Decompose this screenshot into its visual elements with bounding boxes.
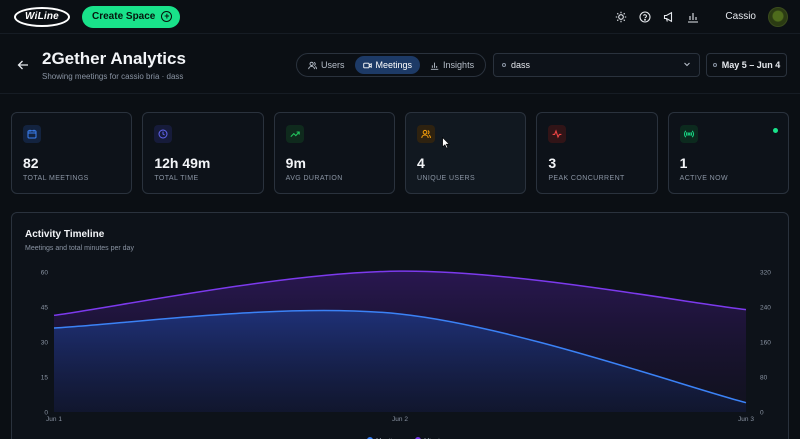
trending-up-icon [285,125,304,143]
activity-timeline-card: Activity Timeline Meetings and total min… [11,212,789,439]
broadcast-icon [679,125,698,143]
calendar-icon [23,125,41,143]
live-indicator [772,128,778,133]
page-header: 2Gether Analytics Showing meetings for c… [0,34,800,94]
stat-card-total-meetings: 82 TOTAL MEETINGS [11,112,133,194]
user-name[interactable]: Cassio [725,11,756,22]
y-right-tick-label: 80 [760,374,768,381]
plus-icon: + [161,11,173,22]
chart-icon [430,62,439,70]
x-tick-label: Jun 3 [738,416,754,423]
stat-label: UNIQUE USERS [416,175,476,182]
activity-icon [548,125,567,143]
top-bar: WiLine Create Space + Cassio [0,0,800,34]
stat-card-peak-concurrent: 3 PEAK CONCURRENT [536,112,658,194]
tab-meetings-label: Meetings [375,60,413,70]
stat-label: TOTAL MEETINGS [23,175,89,182]
view-tabs: Users Meetings Insights [296,53,486,77]
help-icon[interactable] [639,10,651,23]
page-title: 2Gether Analytics [42,49,186,68]
tab-insights[interactable]: Insights [422,56,482,74]
space-select-value: dass [511,60,531,70]
activity-timeline-chart: 015304560080160240320Jun 1Jun 2Jun 3Meet… [41,269,771,439]
tab-users-label: Users [321,60,345,70]
clock-icon [154,125,173,143]
stat-label: ACTIVE NOW [679,175,728,182]
tab-insights-label: Insights [443,60,475,70]
stat-value: 4 [416,155,425,171]
stat-card-active-now: 1 ACTIVE NOW [667,112,789,194]
users-icon [416,125,435,143]
mouse-cursor-icon [442,137,450,149]
create-space-label: Create Space [92,11,156,22]
stat-card-unique-users: 4 UNIQUE USERS [404,112,527,194]
stat-value: 12h 49m [154,155,211,171]
date-range-label: May 5 – Jun 4 [721,60,781,70]
chevron-down-icon [683,60,691,70]
y-right-tick-label: 160 [760,339,771,346]
stat-value: 1 [679,155,688,171]
logo-text: WiLine [25,11,59,22]
space-select[interactable]: dass [493,53,700,77]
x-tick-label: Jun 2 [392,416,408,423]
y-right-tick-label: 0 [760,409,764,416]
megaphone-icon[interactable] [663,11,675,23]
brand: WiLine Create Space + [14,5,181,28]
video-icon [362,62,372,68]
sun-icon[interactable] [615,11,627,23]
y-right-tick-label: 320 [760,269,771,276]
y-right-tick-label: 240 [760,304,771,311]
y-left-tick-label: 45 [41,304,49,311]
stat-label: PEAK CONCURRENT [548,175,625,182]
x-tick-label: Jun 1 [46,416,62,423]
avatar[interactable] [768,6,788,27]
space-dot-icon [502,63,506,67]
date-range-button[interactable]: May 5 – Jun 4 [706,53,787,77]
y-left-tick-label: 60 [41,269,49,276]
stat-card-total-time: 12h 49m TOTAL TIME [142,112,264,194]
wiline-logo[interactable]: WiLine [14,6,70,27]
stat-label: AVG DURATION [285,175,343,182]
users-icon [308,61,317,69]
create-space-button[interactable]: Create Space + [82,5,181,28]
calendar-dot-icon [712,63,717,67]
stat-value: 3 [548,155,557,171]
y-left-tick-label: 15 [41,374,49,381]
stat-value: 82 [23,155,39,171]
stat-label: TOTAL TIME [154,175,199,182]
bar-chart-icon[interactable] [687,11,699,23]
top-actions: Cassio [615,6,788,27]
page-subtitle: Showing meetings for cassio bria · dass [42,72,184,81]
stat-value: 9m [285,155,306,171]
back-arrow-icon[interactable] [17,58,29,70]
y-left-tick-label: 30 [41,339,49,346]
stats-row: 82 TOTAL MEETINGS 12h 49m TOTAL TIME 9m … [11,112,789,194]
stat-card-avg-duration: 9m AVG DURATION [273,112,395,194]
tab-meetings[interactable]: Meetings [354,56,421,74]
tab-users[interactable]: Users [300,56,353,74]
